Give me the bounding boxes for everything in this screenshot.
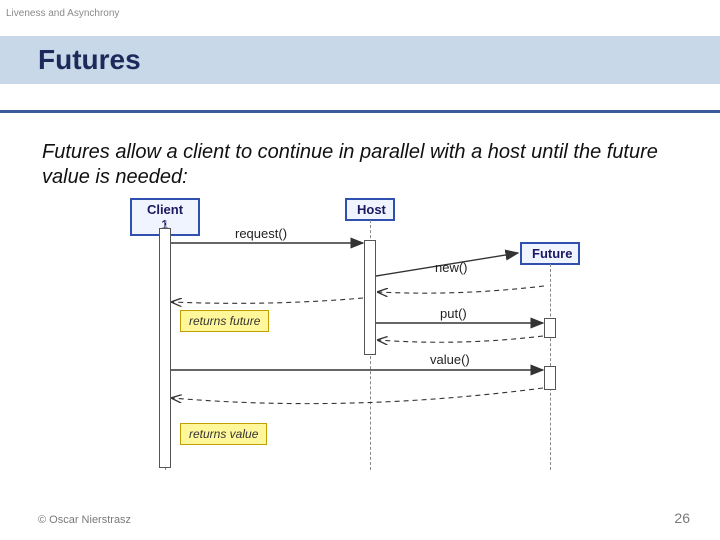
msg-value: value() (430, 352, 470, 367)
note-returns-value: returns value (180, 423, 267, 445)
slide: Liveness and Asynchrony Futures Futures … (0, 0, 720, 540)
msg-request: request() (235, 226, 287, 241)
footer-page: 26 (674, 510, 690, 526)
topic-label: Liveness and Asynchrony (6, 8, 119, 19)
sequence-diagram: Client 1 Host Future (100, 198, 640, 488)
title-band: Futures (0, 36, 720, 84)
footer-copyright: © Oscar Nierstrasz (38, 514, 131, 526)
page-title: Futures (38, 44, 141, 76)
body-text: Futures allow a client to continue in pa… (42, 140, 678, 190)
msg-put: put() (440, 306, 467, 321)
msg-new: new() (435, 260, 468, 275)
accent-line (0, 110, 720, 113)
note-returns-future: returns future (180, 310, 269, 332)
